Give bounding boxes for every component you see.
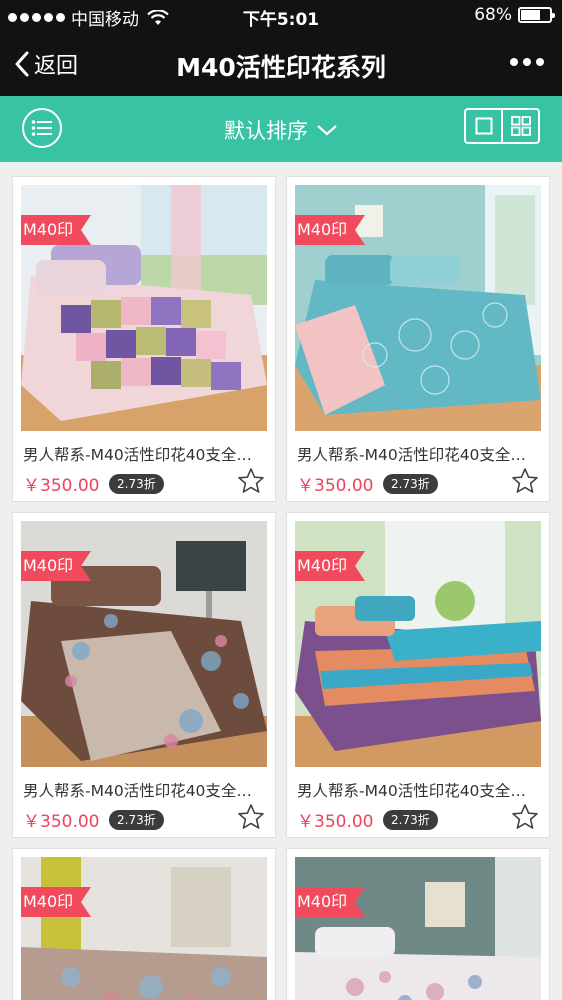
status-bar: 中国移动 下午5:01 68% <box>0 0 562 32</box>
product-card[interactable]: M40印 男人帮系-M40活性印花40支全棉四件套 ￥350.00 2.73折 <box>12 176 276 502</box>
product-tag: M40印 <box>21 887 92 917</box>
discount-badge: 2.73折 <box>109 474 164 494</box>
product-price: ￥350.00 <box>23 476 100 496</box>
product-image[interactable]: M40印 <box>21 521 267 767</box>
chevron-down-icon <box>317 125 337 136</box>
square-icon <box>475 117 492 135</box>
more-options-button[interactable] <box>510 58 544 66</box>
discount-badge: 2.73折 <box>383 810 438 830</box>
bedding-photo <box>295 857 541 1000</box>
favorite-star-icon[interactable] <box>237 467 265 495</box>
view-toggle <box>464 108 540 144</box>
product-card[interactable]: M40印 <box>12 848 276 1000</box>
product-grid: M40印 男人帮系-M40活性印花40支全棉四件套 ￥350.00 2.73折 <box>0 162 562 1000</box>
product-card[interactable]: M40印 <box>286 848 550 1000</box>
product-image[interactable]: M40印 <box>295 521 541 767</box>
sort-label: 默认排序 <box>224 119 308 143</box>
more-dots-icon <box>510 58 518 66</box>
favorite-star-icon[interactable] <box>237 803 265 831</box>
back-button[interactable]: 返回 <box>14 48 78 80</box>
product-tag: M40印 <box>295 215 366 245</box>
single-column-view-button[interactable] <box>466 110 501 142</box>
back-label: 返回 <box>34 54 79 79</box>
favorite-star-icon[interactable] <box>511 803 539 831</box>
battery-percent: 68% <box>474 5 512 25</box>
product-name[interactable]: 男人帮系-M40活性印花40支全棉四件套 <box>23 779 267 801</box>
product-card[interactable]: M40印 男人帮系-M40活性印花40支全棉四件套 ￥350.00 2.73折 <box>12 512 276 838</box>
favorite-star-icon[interactable] <box>511 467 539 495</box>
product-price: ￥350.00 <box>297 812 374 832</box>
product-card[interactable]: M40印 男人帮系-M40活性印花40支全棉四件套 ￥350.00 2.73折 <box>286 512 550 838</box>
product-image[interactable]: M40印 <box>21 857 267 1000</box>
product-name[interactable]: 男人帮系-M40活性印花40支全棉四件套 <box>297 779 541 801</box>
product-card[interactable]: M40印 男人帮系-M40活性印花40支全棉四件套 ￥350.00 2.73折 <box>286 176 550 502</box>
product-price: ￥350.00 <box>23 812 100 832</box>
discount-badge: 2.73折 <box>109 810 164 830</box>
battery-icon <box>518 7 555 23</box>
grid-view-button[interactable] <box>501 110 538 142</box>
filter-toolbar: 默认排序 <box>0 96 562 162</box>
product-tag: M40印 <box>295 551 366 581</box>
product-name[interactable]: 男人帮系-M40活性印花40支全棉四件套 <box>23 443 267 465</box>
product-price: ￥350.00 <box>297 476 374 496</box>
product-tag: M40印 <box>295 887 366 917</box>
chevron-left-icon <box>15 51 29 77</box>
product-name[interactable]: 男人帮系-M40活性印花40支全棉四件套 <box>297 443 541 465</box>
page-title: M40活性印花系列 <box>176 53 386 82</box>
navigation-bar: 返回 M40活性印花系列 <box>0 32 562 96</box>
grid-icon <box>510 116 531 136</box>
product-image[interactable]: M40印 <box>21 185 267 431</box>
product-image[interactable]: M40印 <box>295 857 541 1000</box>
discount-badge: 2.73折 <box>383 474 438 494</box>
product-tag: M40印 <box>21 551 92 581</box>
product-image[interactable]: M40印 <box>295 185 541 431</box>
product-tag: M40印 <box>21 215 92 245</box>
bedding-photo <box>21 857 267 1000</box>
